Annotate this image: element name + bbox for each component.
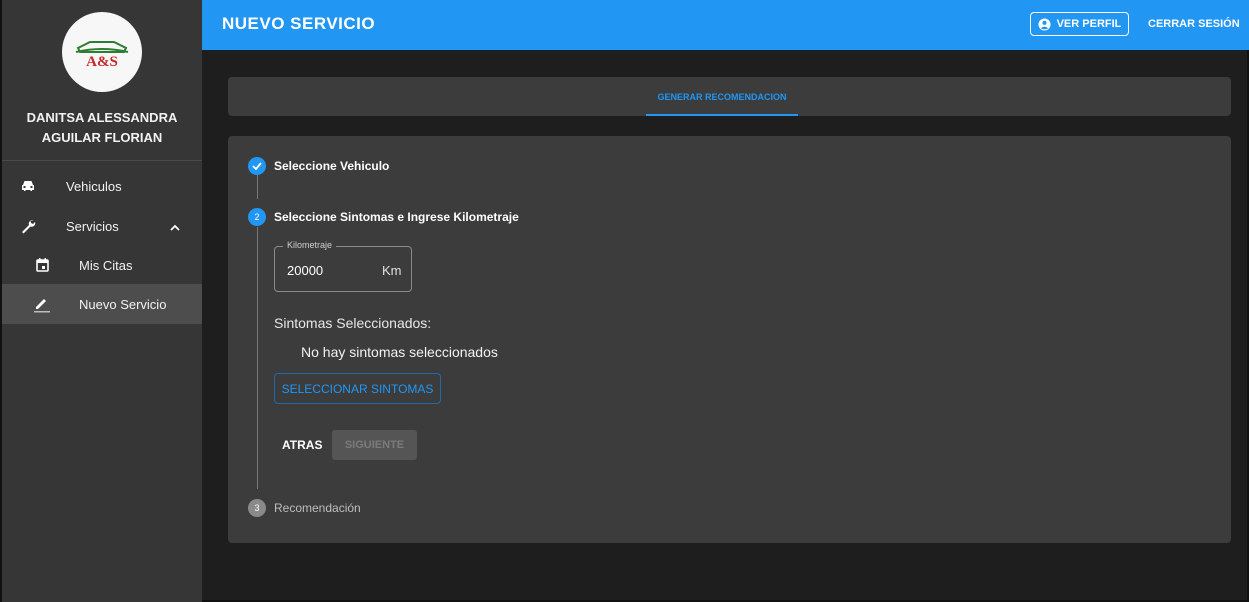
mileage-unit: Km [382, 263, 402, 278]
step-title[interactable]: Seleccione Vehiculo [274, 159, 389, 173]
logo-text: A&S [86, 54, 118, 70]
symptoms-empty-text: No hay sintomas seleccionados [301, 344, 498, 360]
sidebar-item-servicios[interactable]: Servicios [2, 206, 202, 246]
sidebar-item-label: Vehiculos [66, 178, 122, 194]
car-logo-icon: A&S [75, 41, 129, 70]
user-name-line2: AGUILAR FLORIAN [41, 130, 163, 145]
sidebar: A&S DANITSA ALESSANDRA AGUILAR FLORIAN V… [2, 0, 202, 602]
symptoms-heading: Sintomas Seleccionados: [274, 315, 432, 331]
sidebar-item-mis-citas[interactable]: Mis Citas [2, 245, 202, 285]
step-title: Seleccione Sintomas e Ingrese Kilometraj… [274, 210, 519, 224]
tab-bar: GENERAR RECOMENDACION [228, 77, 1231, 116]
next-button[interactable]: SIGUIENTE [332, 430, 417, 460]
mileage-label: Kilometraje [283, 240, 337, 250]
account-circle-icon [1038, 17, 1051, 31]
mileage-field[interactable]: Kilometraje 20000 Km [274, 240, 412, 292]
view-profile-label: VER PERFIL [1056, 18, 1122, 30]
app-root: A&S DANITSA ALESSANDRA AGUILAR FLORIAN V… [0, 0, 1249, 602]
step-number-badge: 3 [248, 499, 266, 517]
pencil-icon [30, 292, 54, 316]
step-title: Recomendación [274, 501, 361, 515]
step-connector [257, 227, 258, 489]
calendar-icon [30, 253, 54, 277]
back-button[interactable]: ATRAS [282, 430, 322, 460]
select-symptoms-button[interactable]: SELECCIONAR SINTOMAS [274, 373, 441, 404]
step-completed-badge [248, 157, 266, 175]
chevron-up-icon [170, 219, 180, 234]
top-app-bar: NUEVO SERVICIO VER PERFIL CERRAR SESIÓN [202, 0, 1249, 50]
sidebar-divider [2, 160, 202, 161]
sidebar-item-label: Servicios [66, 218, 119, 234]
sidebar-item-label: Mis Citas [79, 257, 133, 273]
tab-active-indicator [646, 114, 798, 116]
car-icon [16, 174, 40, 198]
company-logo: A&S [62, 12, 142, 92]
mileage-input[interactable]: 20000 [287, 263, 323, 278]
tab-generar-recomendacion[interactable]: GENERAR RECOMENDACION [646, 77, 798, 116]
user-name: DANITSA ALESSANDRA AGUILAR FLORIAN [2, 108, 202, 148]
view-profile-button[interactable]: VER PERFIL [1030, 12, 1129, 36]
wrench-icon [16, 214, 40, 238]
sidebar-item-vehiculos[interactable]: Vehiculos [2, 166, 202, 206]
step-connector [257, 173, 258, 199]
stepper-card: Seleccione Vehiculo 2 Seleccione Sintoma… [228, 136, 1231, 543]
sidebar-item-label: Nuevo Servicio [79, 296, 167, 312]
user-name-line1: DANITSA ALESSANDRA [26, 110, 178, 125]
step-number-badge: 2 [248, 208, 266, 226]
sidebar-item-nuevo-servicio[interactable]: Nuevo Servicio [2, 284, 202, 324]
page-title: NUEVO SERVICIO [222, 14, 376, 33]
logout-button[interactable]: CERRAR SESIÓN [1148, 12, 1240, 36]
check-icon [252, 162, 262, 170]
